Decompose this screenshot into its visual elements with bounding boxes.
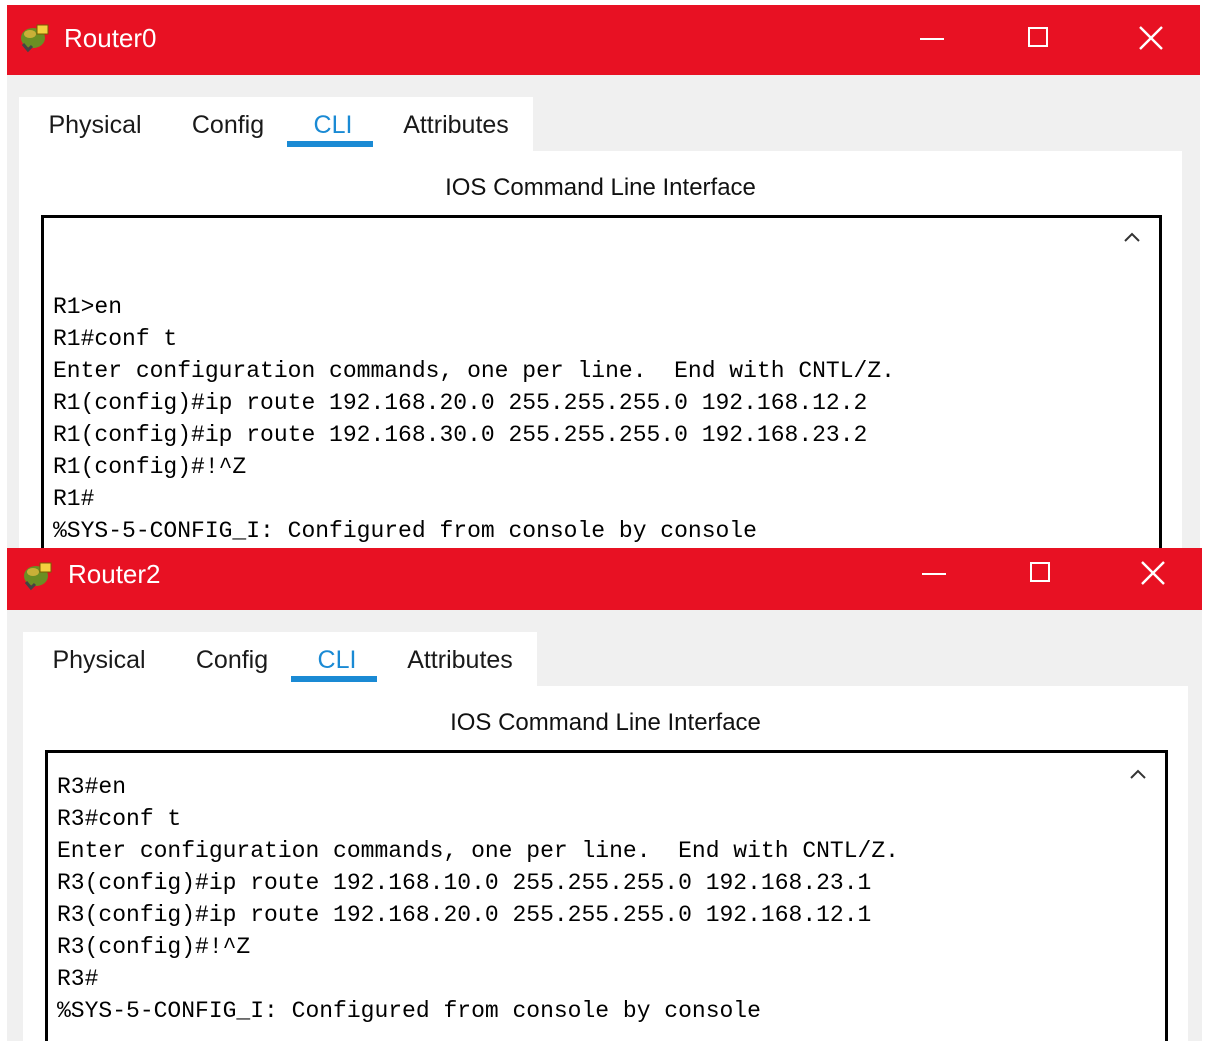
tab-bar: Physical Config CLI Attributes — [23, 632, 537, 690]
close-button[interactable] — [1122, 5, 1180, 71]
cli-line: R3(config)#ip route 192.168.10.0 255.255… — [57, 870, 872, 896]
scroll-up-arrow-icon[interactable] — [1129, 767, 1147, 785]
active-tab-indicator — [287, 141, 373, 147]
panel-title: IOS Command Line Interface — [445, 174, 756, 201]
tab-cli[interactable]: CLI — [305, 642, 369, 678]
cli-terminal[interactable]: R1>en R1#conf t Enter configuration comm… — [41, 215, 1162, 550]
title-bar[interactable]: Router2 — [7, 548, 1202, 610]
router2-window: Router2 Physical Config CLI Attributes I… — [7, 548, 1202, 1041]
cli-line: R3#en — [57, 774, 127, 800]
tab-attributes[interactable]: Attributes — [401, 642, 519, 678]
router-app-icon — [19, 22, 51, 54]
tab-config[interactable]: Config — [193, 642, 271, 678]
maximize-button[interactable] — [1012, 5, 1070, 71]
tab-config[interactable]: Config — [189, 107, 267, 143]
cli-line: R1(config)#!^Z — [53, 454, 247, 480]
tab-physical[interactable]: Physical — [47, 642, 151, 678]
cli-line: R1# — [53, 486, 95, 512]
cli-panel: IOS Command Line Interface R1>en R1#conf… — [19, 151, 1182, 550]
cli-panel: IOS Command Line Interface R3#en R3#conf… — [23, 686, 1188, 1041]
close-button[interactable] — [1124, 548, 1182, 606]
cli-line: %SYS-5-CONFIG_I: Configured from console… — [53, 518, 757, 544]
window-title: Router2 — [68, 559, 161, 589]
cli-line: Enter configuration commands, one per li… — [53, 358, 895, 384]
window-title: Router0 — [64, 23, 157, 53]
minimize-icon — [920, 38, 944, 40]
cli-line: R3#conf t — [57, 806, 182, 832]
maximize-icon — [1030, 562, 1050, 582]
cli-line: %SYS-5-CONFIG_I: Configured from console… — [57, 998, 761, 1024]
panel-title: IOS Command Line Interface — [450, 709, 761, 736]
close-icon — [1139, 26, 1163, 50]
minimize-button[interactable] — [904, 5, 962, 71]
cli-line: R3# — [57, 966, 99, 992]
cli-line: R1(config)#ip route 192.168.20.0 255.255… — [53, 390, 868, 416]
tab-attributes[interactable]: Attributes — [397, 107, 515, 143]
cli-output: R1>en R1#conf t Enter configuration comm… — [53, 291, 895, 547]
scroll-up-arrow-icon[interactable] — [1123, 230, 1141, 248]
cli-line: R1#conf t — [53, 326, 178, 352]
cli-line: Enter configuration commands, one per li… — [57, 838, 899, 864]
cli-line: R1>en — [53, 294, 123, 320]
tab-bar: Physical Config CLI Attributes — [19, 97, 533, 155]
tab-physical[interactable]: Physical — [43, 107, 147, 143]
minimize-button[interactable] — [906, 548, 964, 606]
minimize-icon — [922, 573, 946, 575]
router0-window: Router0 Physical Config CLI Attributes I… — [7, 5, 1200, 550]
cli-line: R3(config)#ip route 192.168.20.0 255.255… — [57, 902, 872, 928]
router-app-icon — [22, 560, 54, 592]
cli-output: R3#en R3#conf t Enter configuration comm… — [57, 771, 899, 1027]
title-bar[interactable]: Router0 — [7, 5, 1200, 75]
maximize-button[interactable] — [1014, 548, 1072, 606]
maximize-icon — [1028, 27, 1048, 47]
active-tab-indicator — [291, 676, 377, 682]
cli-terminal[interactable]: R3#en R3#conf t Enter configuration comm… — [45, 750, 1168, 1041]
cli-line: R1(config)#ip route 192.168.30.0 255.255… — [53, 422, 868, 448]
cli-line: R3(config)#!^Z — [57, 934, 251, 960]
tab-cli[interactable]: CLI — [301, 107, 365, 143]
close-icon — [1141, 561, 1165, 585]
